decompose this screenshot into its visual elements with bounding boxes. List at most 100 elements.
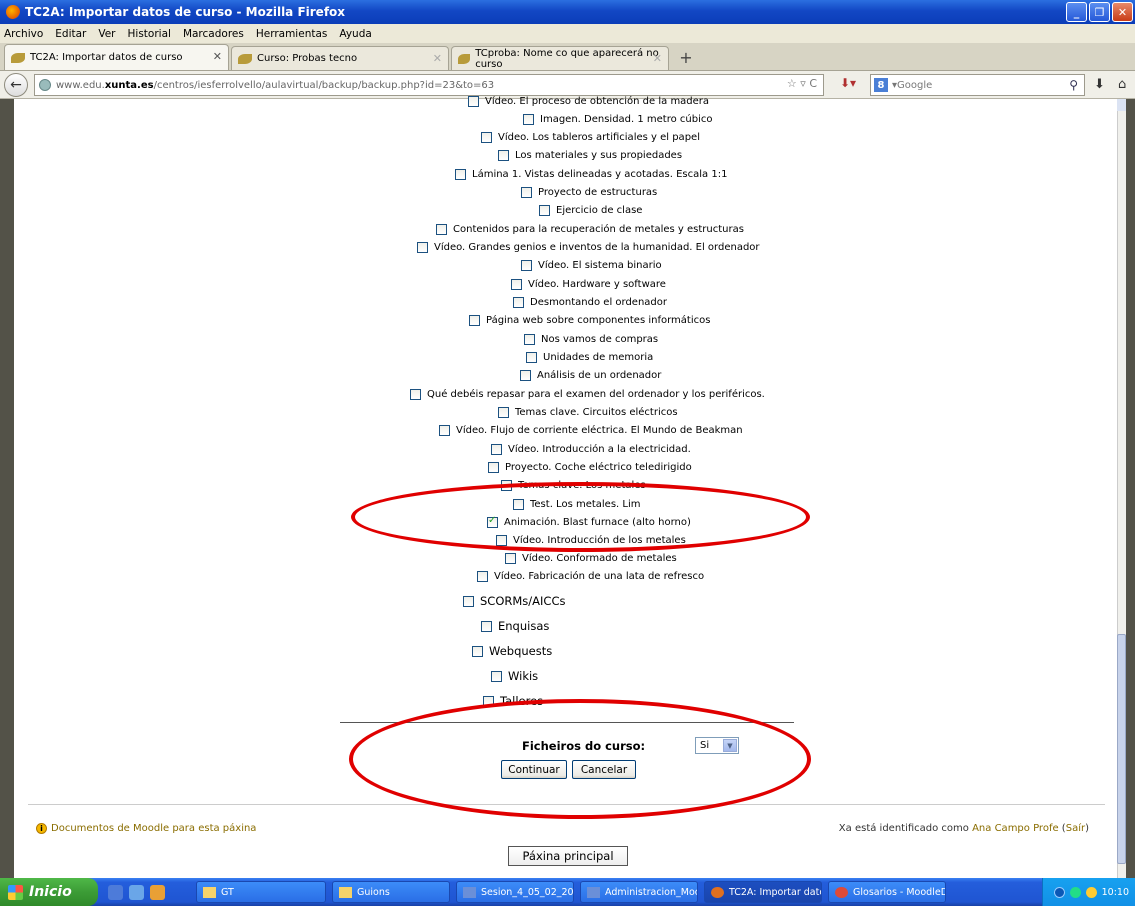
menu-herramientas[interactable]: Herramientas <box>256 28 328 40</box>
checkbox[interactable] <box>417 241 428 253</box>
list-item[interactable]: Vídeo. Introducción de los metales <box>496 532 686 548</box>
reload-icon[interactable]: C <box>809 77 817 90</box>
list-item[interactable]: Imagen. Densidad. 1 metro cúbico <box>523 111 713 127</box>
start-button[interactable]: Inicio <box>0 878 98 906</box>
history-dropdown-icon[interactable]: ▿ <box>800 77 806 90</box>
checkbox[interactable] <box>469 314 480 326</box>
list-item[interactable]: Vídeo. Introducción a la electricidad. <box>491 441 691 457</box>
list-item[interactable]: Página web sobre componentes informático… <box>469 312 710 328</box>
checkbox[interactable] <box>477 570 488 582</box>
list-item[interactable]: Temas clave. Los metales <box>501 477 646 493</box>
list-item[interactable]: Test. Los metales. Lim <box>513 496 640 512</box>
module-item[interactable]: Wikis <box>491 668 538 684</box>
list-item[interactable]: Unidades de memoria <box>526 349 653 365</box>
tab-probas-tecno[interactable]: Curso: Probas tecno ✕ <box>231 46 449 70</box>
menu-ayuda[interactable]: Ayuda <box>339 28 371 40</box>
volume-icon[interactable] <box>1085 886 1097 898</box>
checkbox[interactable] <box>410 388 421 400</box>
checkbox[interactable] <box>491 443 502 455</box>
network-icon[interactable] <box>1069 886 1081 898</box>
menu-editar[interactable]: Editar <box>55 28 86 40</box>
bookmark-star-icon[interactable]: ☆ <box>787 77 797 90</box>
checkbox[interactable] <box>539 204 550 216</box>
list-item[interactable]: Nos vamos de compras <box>524 331 658 347</box>
downloads-icon[interactable]: ⬇ <box>1094 77 1105 92</box>
list-item[interactable]: Proyecto. Coche eléctrico teledirigido <box>488 459 692 475</box>
list-item[interactable]: Contenidos para la recuperación de metal… <box>436 221 744 237</box>
checkbox[interactable] <box>472 645 483 657</box>
search-bar[interactable]: 8 ▾ Google ⚲ <box>870 74 1085 96</box>
checkbox[interactable] <box>524 333 535 345</box>
continue-button[interactable]: Continuar <box>501 760 567 779</box>
checkbox[interactable] <box>483 695 494 707</box>
checkbox[interactable] <box>491 670 502 682</box>
module-item[interactable]: Webquests <box>472 643 552 659</box>
checkbox[interactable] <box>513 498 524 510</box>
list-item[interactable]: Vídeo. Los tableros artificiales y el pa… <box>481 129 700 145</box>
list-item[interactable]: Vídeo. Hardware y software <box>511 276 666 292</box>
taskbar-item-sesion[interactable]: Sesion_4_05_02_201... <box>456 881 574 903</box>
checkbox[interactable] <box>521 186 532 198</box>
list-item[interactable]: Vídeo. Grandes genios e inventos de la h… <box>417 239 760 255</box>
checkbox[interactable] <box>463 595 474 607</box>
list-item[interactable]: Qué debéis repasar para el examen del or… <box>410 386 765 402</box>
close-tab-icon[interactable]: ✕ <box>653 52 662 65</box>
maximize-button[interactable]: ❐ <box>1089 2 1110 22</box>
desktop-icon[interactable] <box>129 884 144 900</box>
logout-link[interactable]: Saír <box>1066 823 1085 834</box>
scroll-up-arrow[interactable] <box>1117 99 1126 111</box>
checkbox[interactable] <box>436 223 447 235</box>
course-files-select[interactable]: Si ▼ <box>695 737 739 754</box>
scrollbar-thumb[interactable] <box>1117 634 1126 864</box>
module-item[interactable]: SCORMs/AICCs <box>463 593 565 609</box>
ie-icon[interactable] <box>108 884 123 900</box>
checkbox[interactable] <box>488 461 499 473</box>
list-item[interactable]: Vídeo. Conformado de metales <box>505 550 677 566</box>
checkbox[interactable] <box>501 479 512 491</box>
moodle-docs-link[interactable]: i Documentos de Moodle para esta páxina <box>36 823 256 834</box>
taskbar-item-gt[interactable]: GT <box>196 881 326 903</box>
list-item[interactable]: Ejercicio de clase <box>539 202 642 218</box>
checkbox[interactable] <box>439 424 450 436</box>
close-tab-icon[interactable]: ✕ <box>213 50 222 63</box>
module-item[interactable]: Enquisas <box>481 618 549 634</box>
back-button[interactable]: ← <box>4 72 28 97</box>
menu-historial[interactable]: Historial <box>128 28 171 40</box>
list-item[interactable]: Vídeo. Fabricación de una lata de refres… <box>477 568 704 584</box>
user-link[interactable]: Ana Campo Profe <box>972 823 1059 834</box>
checkbox[interactable] <box>498 149 509 161</box>
list-item[interactable]: Vídeo. Flujo de corriente eléctrica. El … <box>439 422 743 438</box>
taskbar-item-glosarios[interactable]: Glosarios - MoodleDo... <box>828 881 946 903</box>
minimize-button[interactable]: _ <box>1066 2 1087 22</box>
firefox-quicklaunch-icon[interactable] <box>150 884 165 900</box>
checkbox[interactable] <box>521 259 532 271</box>
list-item[interactable]: Análisis de un ordenador <box>520 367 661 383</box>
list-item[interactable]: Vídeo. El sistema binario <box>521 257 662 273</box>
close-tab-icon[interactable]: ✕ <box>433 52 442 65</box>
list-item[interactable]: Desmontando el ordenador <box>513 294 667 310</box>
checkbox-checked[interactable] <box>487 515 498 528</box>
list-item[interactable]: Vídeo. El proceso de obtención de la mad… <box>468 93 709 109</box>
home-page-button[interactable]: Páxina principal <box>508 846 628 866</box>
module-item[interactable]: Talleres <box>483 693 543 709</box>
checkbox[interactable] <box>481 620 492 632</box>
menu-marcadores[interactable]: Marcadores <box>183 28 244 40</box>
list-item[interactable]: Temas clave. Circuitos eléctricos <box>498 404 678 420</box>
list-item[interactable]: Lámina 1. Vistas delineadas y acotadas. … <box>455 166 727 182</box>
checkbox[interactable] <box>526 351 537 363</box>
checkbox[interactable] <box>468 95 479 107</box>
menu-ver[interactable]: Ver <box>98 28 115 40</box>
tab-tcproba[interactable]: TCproba: Nome co que aparecerá no curso … <box>451 46 669 70</box>
checkbox[interactable] <box>511 278 522 290</box>
checkbox[interactable] <box>523 113 534 125</box>
search-icon[interactable]: ⚲ <box>1069 78 1078 92</box>
vertical-scrollbar[interactable] <box>1117 99 1126 878</box>
close-window-button[interactable]: ✕ <box>1112 2 1133 22</box>
taskbar-item-firefox[interactable]: TC2A: Importar dato... <box>704 881 822 903</box>
new-tab-button[interactable]: + <box>675 46 697 68</box>
tray-arrow-icon[interactable] <box>1053 886 1065 898</box>
checkbox[interactable] <box>520 369 531 381</box>
list-item[interactable]: Los materiales y sus propiedades <box>498 147 682 163</box>
list-item[interactable]: Proyecto de estructuras <box>521 184 657 200</box>
checkbox[interactable] <box>498 406 509 418</box>
